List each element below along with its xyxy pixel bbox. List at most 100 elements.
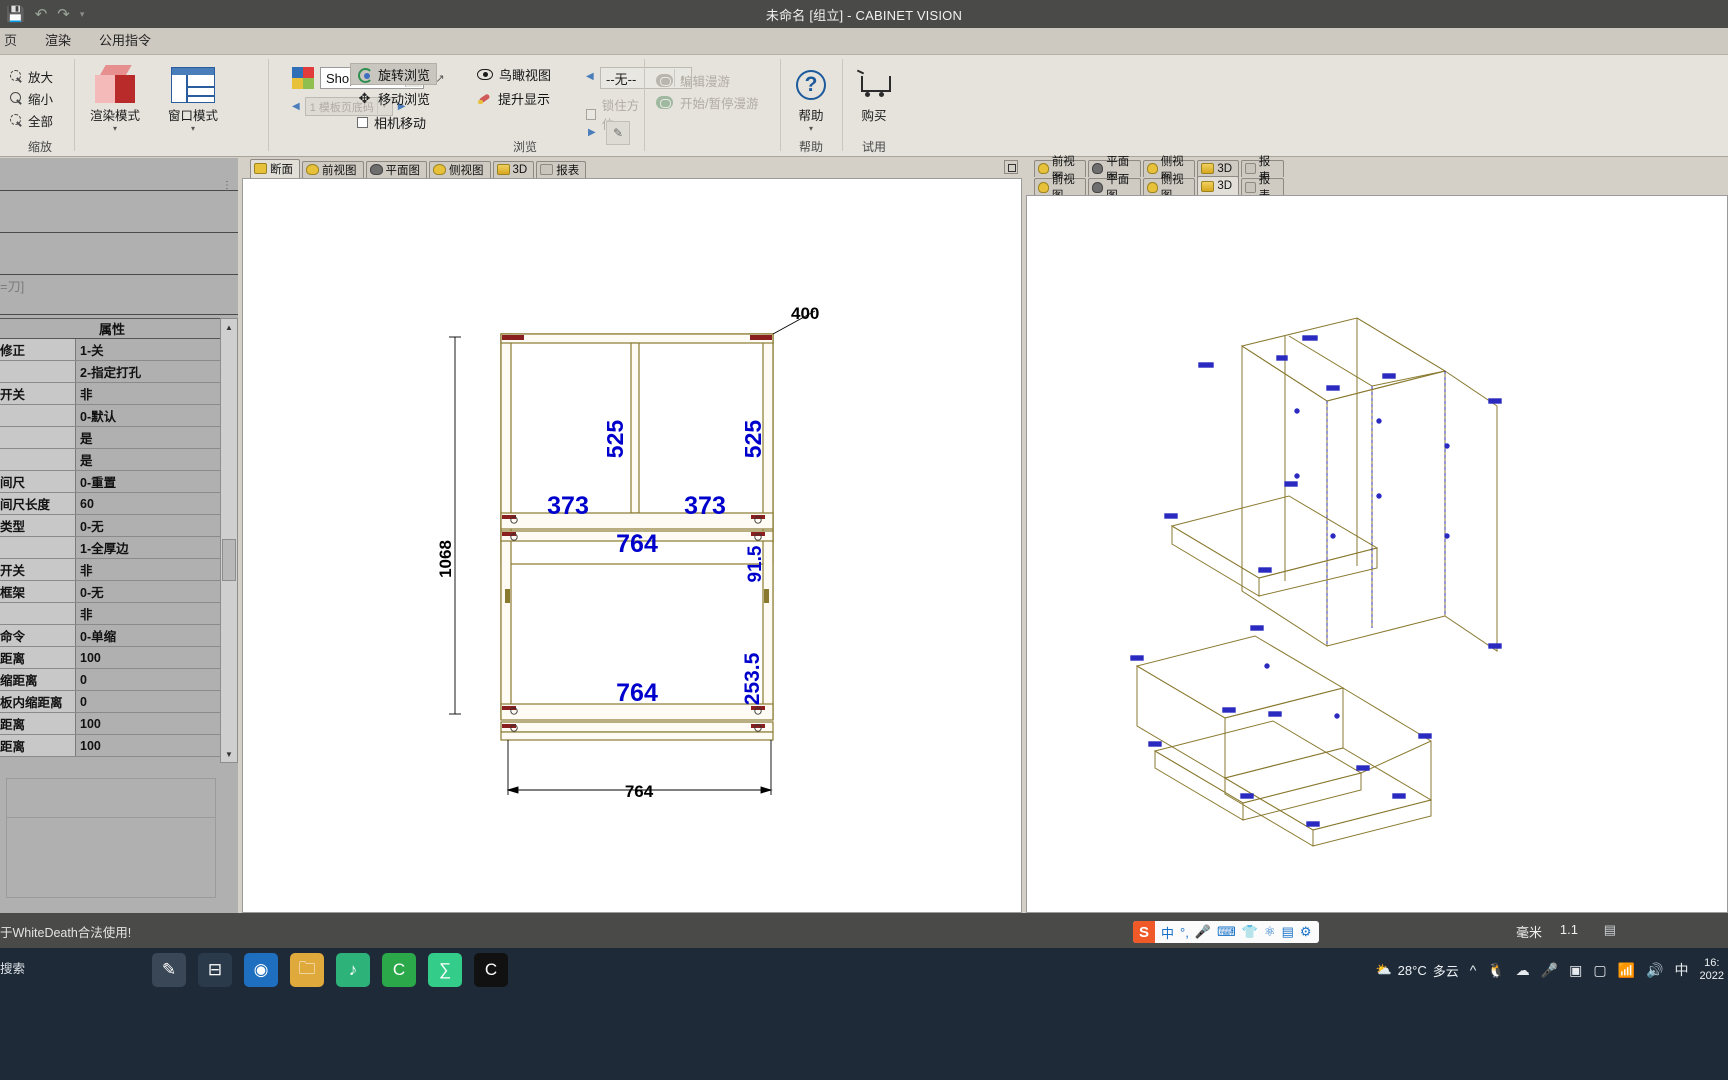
rotate-browse-button[interactable]: 旋转浏览	[350, 63, 438, 85]
property-row[interactable]: 框架 0-无	[0, 581, 224, 603]
redo-icon[interactable]: ↷	[57, 7, 70, 22]
property-value[interactable]: 0-无	[76, 581, 224, 602]
chart-app-icon[interactable]: ∑	[428, 953, 462, 987]
scroll-up-icon[interactable]: ▲	[221, 319, 237, 335]
music-app-icon[interactable]: ♪	[336, 953, 370, 987]
property-value[interactable]: 0-重置	[76, 471, 224, 492]
tab-报表[interactable]: 报表	[536, 160, 587, 178]
mic-icon[interactable]: 🎤	[1541, 962, 1558, 979]
customize-qat-icon[interactable]: ▾	[80, 9, 85, 19]
tab-侧视图[interactable]: 侧视图	[1142, 174, 1196, 202]
sidebar-upper-tree[interactable]: =刀] ⋮	[0, 158, 238, 315]
tab-前视图[interactable]: 前视图	[302, 160, 364, 178]
property-value[interactable]: 1-关	[76, 339, 224, 360]
checkbox-icon[interactable]	[586, 108, 596, 120]
property-value[interactable]: 非	[76, 559, 224, 580]
buy-button[interactable]: 购买	[838, 61, 910, 124]
property-row[interactable]: 距离 100	[0, 713, 224, 735]
checkbox-icon[interactable]	[357, 116, 368, 128]
property-row[interactable]: 1-全厚边	[0, 537, 224, 559]
property-row[interactable]: 距离 100	[0, 735, 224, 757]
taskbar-clock[interactable]: 16: 2022	[1700, 957, 1724, 983]
shirt-icon[interactable]: 👕	[1242, 924, 1258, 940]
screenshot-icon[interactable]: ▣	[1569, 962, 1582, 979]
property-value[interactable]: 0-默认	[76, 405, 224, 426]
scrollbar-thumb[interactable]	[222, 539, 236, 581]
properties-scrollbar[interactable]: ▲ ▼	[220, 318, 238, 763]
file-explorer-icon[interactable]: 🗀	[290, 953, 324, 987]
render-mode-button[interactable]: 渲染模式 ▾	[78, 61, 152, 133]
help-button[interactable]: ? 帮助 ▾	[774, 61, 848, 133]
taskbar-search-placeholder[interactable]: 搜索	[0, 958, 25, 977]
pen-tools-icon[interactable]: ✎	[152, 953, 186, 987]
camera-move-checkbox[interactable]: 相机移动	[350, 111, 437, 133]
property-row[interactable]: 是	[0, 449, 224, 471]
play-roam-button[interactable]: 开始/暂停漫游	[648, 91, 778, 113]
property-row[interactable]: 命令 0-单缩	[0, 625, 224, 647]
volume-icon[interactable]: 🔊	[1646, 962, 1663, 979]
tab-平面图[interactable]: 平面图	[365, 160, 427, 178]
help-dropdown-icon[interactable]: ▾	[774, 124, 848, 133]
property-row[interactable]: 开关非	[0, 383, 224, 405]
tab-3D[interactable]: 3D	[1197, 159, 1240, 177]
property-row[interactable]: 0-默认	[0, 405, 224, 427]
save-icon[interactable]: 💾	[6, 7, 25, 22]
ribbon-tab-render[interactable]: 渲染	[31, 26, 85, 54]
ime-punctuation-icon[interactable]: °,	[1180, 925, 1189, 940]
boost-display-button[interactable]: 提升显示	[470, 87, 558, 109]
tab-平面图[interactable]: 平面图	[1088, 174, 1141, 202]
property-row[interactable]: 距离 100	[0, 647, 224, 669]
orientation-edit-button[interactable]: ✎	[606, 121, 630, 145]
property-value[interactable]: 1-全厚边	[76, 537, 224, 558]
apps-icon[interactable]: ▤	[1282, 924, 1294, 940]
property-row[interactable]: 是	[0, 427, 224, 449]
ime-mode-cn[interactable]: 中	[1161, 923, 1174, 942]
ribbon-tab-strip[interactable]: 页 渲染 公用指令	[0, 28, 1728, 55]
prev-page-icon[interactable]: ◀	[292, 101, 300, 112]
property-value[interactable]: 0-无	[76, 515, 224, 536]
section-view-tabstrip[interactable]: 断面 前视图 平面图 侧视图 3D 报表	[242, 158, 1022, 178]
edit-roam-button[interactable]: 编辑漫游	[648, 69, 778, 91]
property-value[interactable]: 2-指定打孔	[76, 361, 224, 382]
tab-前视图[interactable]: 前视图	[1034, 174, 1087, 202]
undo-icon[interactable]: ↶	[35, 7, 48, 22]
property-value[interactable]: 0-单缩	[76, 625, 224, 646]
property-row[interactable]: 类型 0-无	[0, 515, 224, 537]
property-value[interactable]: 非	[76, 383, 224, 404]
window-mode-button[interactable]: 窗口模式 ▾	[156, 61, 230, 133]
tab-断面[interactable]: 断面	[250, 158, 300, 178]
tab-3D[interactable]: 3D	[1197, 176, 1240, 195]
tab-侧视图[interactable]: 侧视图	[429, 160, 491, 178]
section-drawing-canvas[interactable]: 400 1068 525 525 373 373 764 91.5 253.5 …	[242, 178, 1022, 913]
tab-报表[interactable]: 报表	[1241, 174, 1285, 202]
wifi-icon[interactable]: 📶	[1618, 962, 1635, 979]
taskbar-app-icons[interactable]: ✎ ⊟ ◉ 🗀 ♪ C ∑ C	[152, 948, 508, 992]
property-value[interactable]: 0	[76, 669, 224, 690]
display-icon[interactable]: ▢	[1593, 962, 1606, 979]
property-row[interactable]: 间尺 0-重置	[0, 471, 224, 493]
cloud-icon[interactable]: ☁	[1516, 962, 1530, 979]
task-view-icon[interactable]: ⊟	[198, 953, 232, 987]
property-value[interactable]: 60	[76, 493, 224, 514]
ime-cn-icon[interactable]: 中	[1675, 960, 1689, 980]
prev-orientation-icon[interactable]: ◀	[586, 71, 594, 82]
android-icon[interactable]: ⚙	[1300, 924, 1312, 940]
property-row[interactable]: 开关非	[0, 559, 224, 581]
qq-icon[interactable]: 🐧	[1487, 962, 1504, 979]
window-mode-dropdown-icon[interactable]: ▾	[156, 124, 230, 133]
chevron-up-icon[interactable]: ^	[1470, 962, 1477, 978]
property-value[interactable]: 是	[76, 449, 224, 470]
pan-browse-button[interactable]: ✥ 移动浏览	[350, 87, 437, 109]
property-row[interactable]: 间尺长度 60	[0, 493, 224, 515]
quick-access-toolbar[interactable]: 💾 ↶ ↷ ▾	[0, 7, 300, 22]
scroll-down-icon[interactable]: ▼	[221, 746, 237, 762]
birdseye-view-button[interactable]: 鸟瞰视图	[470, 63, 558, 85]
weather-widget[interactable]: ⛅ 28°C 多云	[1375, 961, 1458, 980]
property-value[interactable]: 是	[76, 427, 224, 448]
property-row[interactable]: 修正 1-关	[0, 339, 224, 361]
edge-icon[interactable]: ◉	[244, 953, 278, 987]
property-value[interactable]: 100	[76, 647, 224, 668]
property-row[interactable]: 非	[0, 603, 224, 625]
property-value[interactable]: 100	[76, 713, 224, 734]
ribbon-tab-common-commands[interactable]: 公用指令	[85, 26, 165, 54]
